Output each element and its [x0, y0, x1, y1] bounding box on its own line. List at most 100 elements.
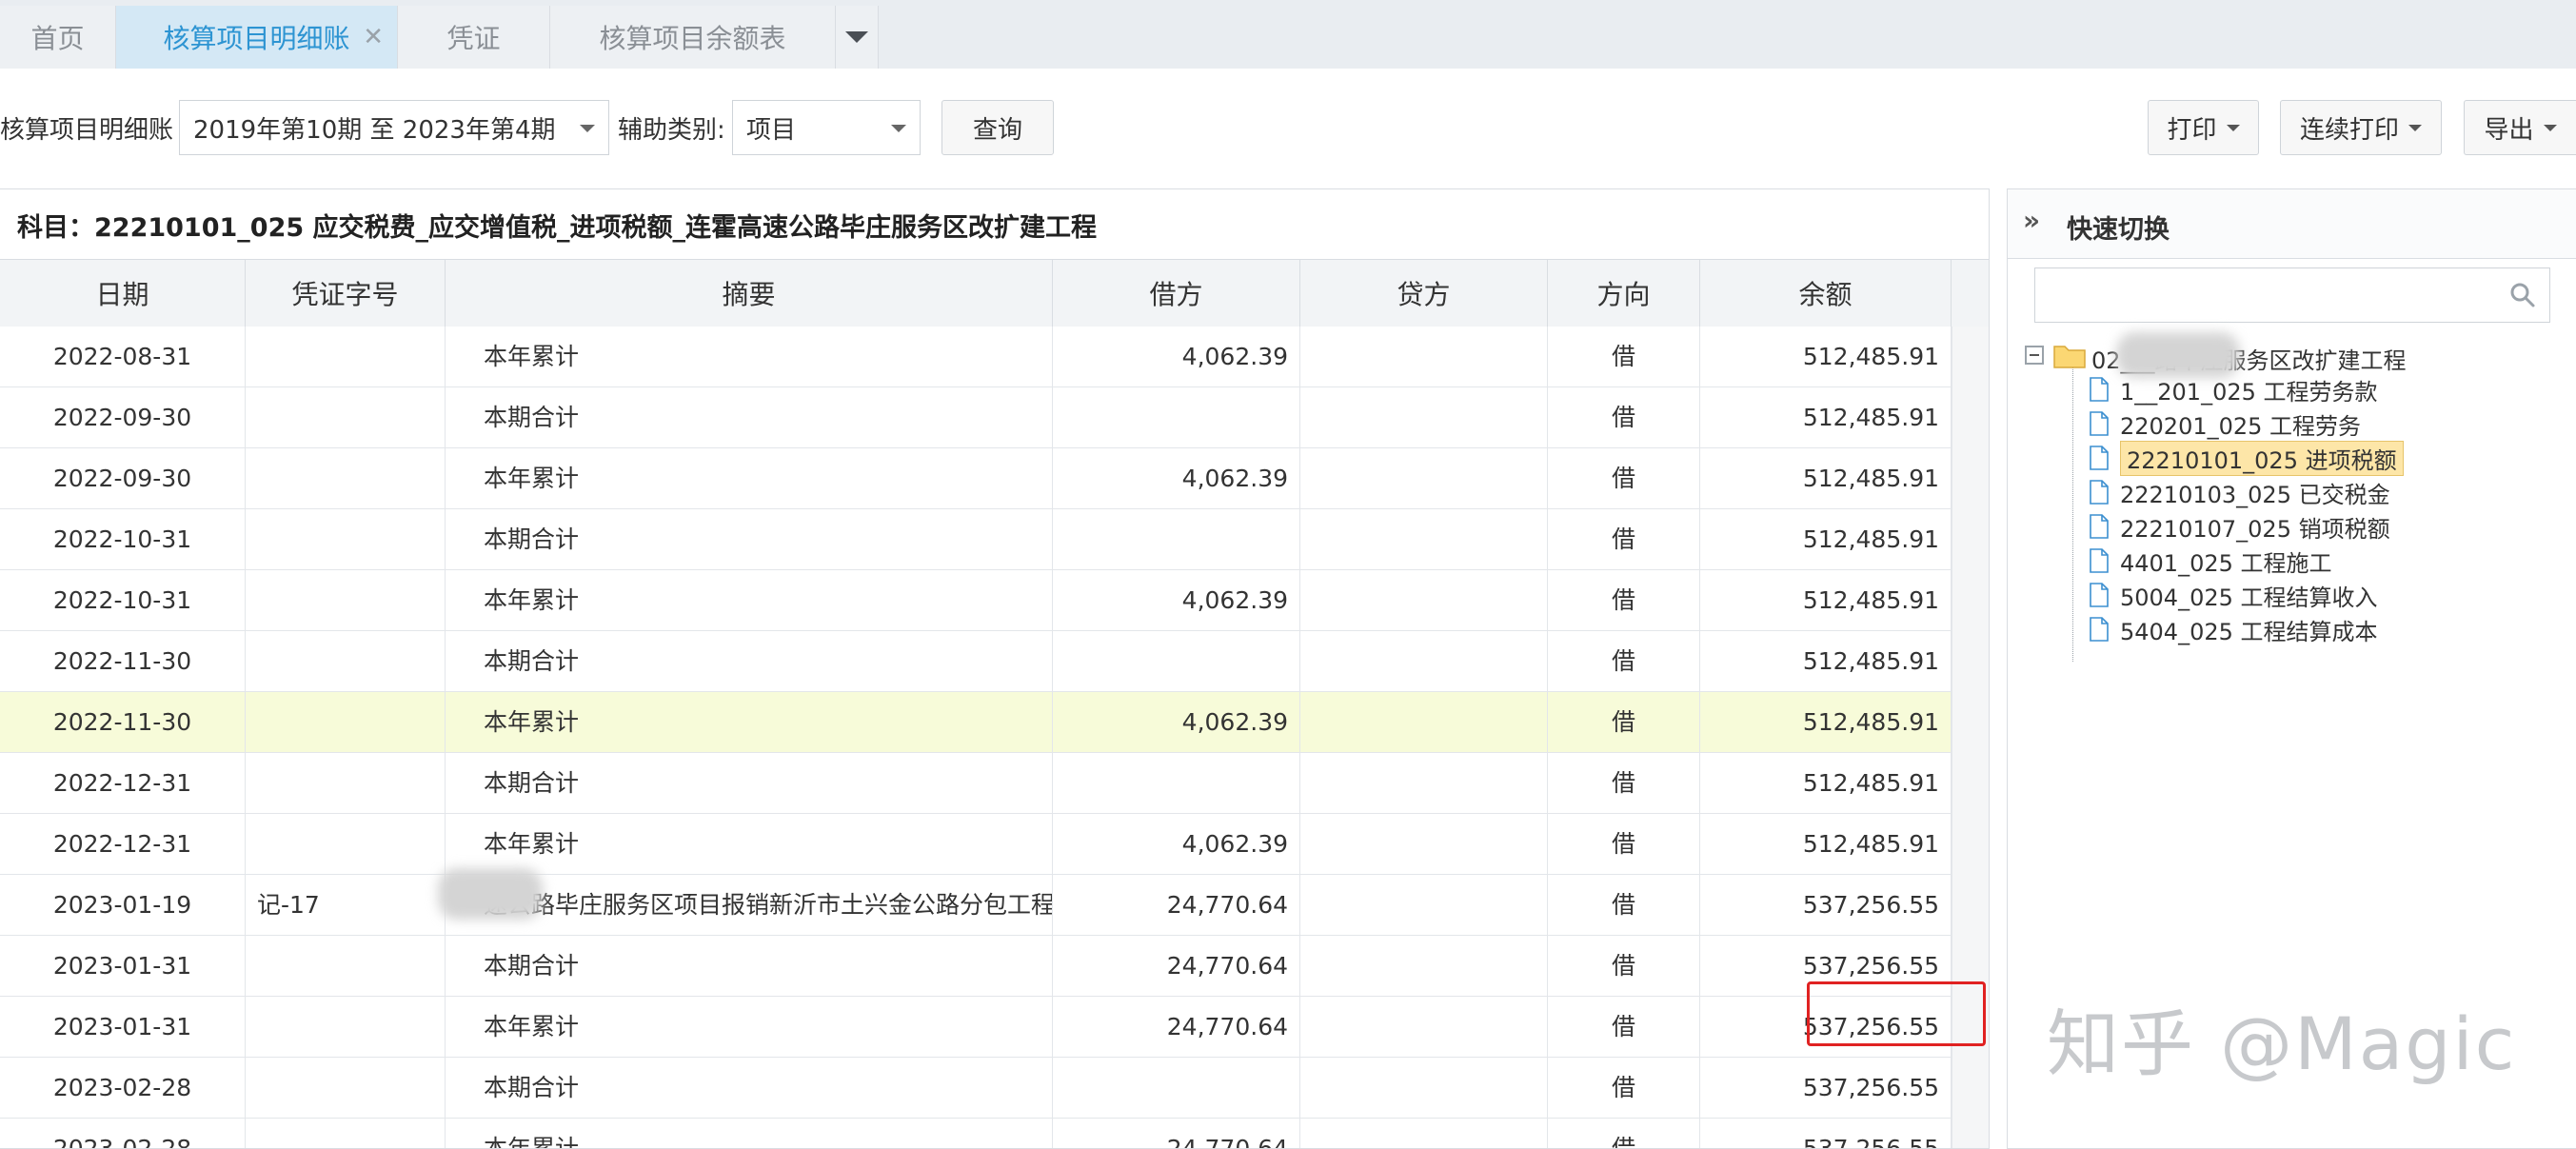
- aux-category-select[interactable]: 项目: [732, 100, 921, 155]
- date-cell: 2022-08-31: [0, 327, 246, 386]
- tree-item[interactable]: 5004_025 工程结算收入: [2090, 578, 2378, 612]
- voucher-cell: [246, 1058, 446, 1118]
- tab-list-dropdown[interactable]: [836, 6, 879, 69]
- direction-cell: 借: [1548, 327, 1700, 386]
- table-row[interactable]: 2022-11-30 本期合计 借 512,485.91: [0, 631, 1952, 692]
- tree-item-label: 22210103_025 已交税金: [2120, 481, 2390, 508]
- search-icon[interactable]: [2509, 282, 2536, 308]
- column-header-credit[interactable]: 贷方: [1300, 260, 1548, 327]
- credit-cell: [1300, 1119, 1548, 1148]
- table-row[interactable]: 2023-01-31 本年累计 24,770.64 借 537,256.55: [0, 997, 1952, 1058]
- date-cell: 2022-10-31: [0, 570, 246, 630]
- debit-cell: [1053, 387, 1300, 447]
- quick-switch-header: » 快速切换: [2008, 189, 2576, 259]
- tree-item[interactable]: 22210107_025 销项税额: [2090, 509, 2390, 544]
- summary-cell: 本年累计: [446, 692, 1053, 752]
- balance-cell: 512,485.91: [1700, 327, 1952, 386]
- table-row[interactable]: 2023-02-28 本年累计 24,770.64 借 537,256.55: [0, 1119, 1952, 1148]
- date-cell: 2022-12-31: [0, 753, 246, 813]
- tree-item[interactable]: 1__201_025 工程劳务款: [2090, 372, 2378, 406]
- close-icon[interactable]: ✕: [363, 23, 384, 51]
- column-header-debit[interactable]: 借方: [1053, 260, 1300, 327]
- tree-item-label: 5404_025 工程结算成本: [2120, 618, 2378, 645]
- quick-switch-search-input[interactable]: [2034, 267, 2550, 323]
- summary-cell: 本年累计: [446, 448, 1053, 508]
- export-button[interactable]: 导出: [2464, 100, 2576, 155]
- tree-item[interactable]: 5404_025 工程结算成本: [2090, 612, 2378, 646]
- debit-cell: 4,062.39: [1053, 692, 1300, 752]
- direction-cell: 借: [1548, 997, 1700, 1057]
- ledger-panel: 科目：22210101_025 应交税费_应交增值税_进项税额_连霍高速公路毕庄…: [0, 188, 1990, 1149]
- file-icon: [2090, 617, 2109, 642]
- voucher-cell: [246, 509, 446, 569]
- direction-cell: 借: [1548, 936, 1700, 996]
- voucher-cell: [246, 997, 446, 1057]
- tree-item[interactable]: 4401_025 工程施工: [2090, 544, 2332, 578]
- balance-cell: 512,485.91: [1700, 753, 1952, 813]
- tree-item[interactable]: 220201_025 工程劳务: [2090, 406, 2361, 441]
- voucher-cell: [246, 631, 446, 691]
- column-header-balance[interactable]: 余额: [1700, 260, 1952, 327]
- table-row[interactable]: 2022-10-31 本期合计 借 512,485.91: [0, 509, 1952, 570]
- ledger-label: 核算项目明细账: [0, 116, 174, 145]
- credit-cell: [1300, 692, 1548, 752]
- table-row[interactable]: 2023-01-31 本期合计 24,770.64 借 537,256.55: [0, 936, 1952, 997]
- column-header-voucher[interactable]: 凭证字号: [246, 260, 446, 327]
- tab-ledger-detail[interactable]: 核算项目明细账 ✕: [116, 6, 398, 69]
- table-row[interactable]: 2022-09-30 本年累计 4,062.39 借 512,485.91: [0, 448, 1952, 509]
- query-button[interactable]: 查询: [941, 100, 1054, 155]
- table-row[interactable]: 2022-10-31 本年累计 4,062.39 借 512,485.91: [0, 570, 1952, 631]
- print-button[interactable]: 打印: [2148, 100, 2259, 155]
- table-header: 日期 凭证字号 摘要 借方 贷方 方向 余额: [0, 259, 1952, 327]
- table-row[interactable]: 2022-08-31 本年累计 4,062.39 借 512,485.91: [0, 327, 1952, 387]
- balance-cell: 512,485.91: [1700, 692, 1952, 752]
- summary-cell: 本期合计: [446, 753, 1053, 813]
- table-row[interactable]: 2023-02-28 本期合计 借 537,256.55: [0, 1058, 1952, 1119]
- direction-cell: 借: [1548, 448, 1700, 508]
- tree-root-node[interactable]: 02___路毕庄服务区改扩建工程: [2025, 332, 2567, 378]
- tree-item-label: 1__201_025 工程劳务款: [2120, 378, 2378, 406]
- tab-balance-sheet[interactable]: 核算项目余额表: [550, 6, 836, 69]
- table-row[interactable]: 2022-11-30 本年累计 4,062.39 借 512,485.91: [0, 692, 1952, 753]
- voucher-cell: [246, 327, 446, 386]
- date-cell: 2022-10-31: [0, 509, 246, 569]
- print-button-label: 打印: [2167, 115, 2217, 145]
- credit-cell: [1300, 387, 1548, 447]
- file-icon: [2090, 446, 2109, 470]
- file-icon: [2090, 480, 2109, 505]
- date-cell: 2023-01-31: [0, 997, 246, 1057]
- direction-cell: 借: [1548, 570, 1700, 630]
- direction-cell: 借: [1548, 509, 1700, 569]
- balance-cell: 512,485.91: [1700, 509, 1952, 569]
- voucher-cell: [246, 448, 446, 508]
- tree-connector: [2072, 365, 2073, 662]
- column-header-date[interactable]: 日期: [0, 260, 246, 327]
- summary-cell: 本期合计: [446, 936, 1053, 996]
- table-row[interactable]: 2022-12-31 本年累计 4,062.39 借 512,485.91: [0, 814, 1952, 875]
- expand-icon[interactable]: »: [2023, 205, 2040, 236]
- tab-home[interactable]: 首页: [0, 6, 116, 69]
- chevron-down-icon: [845, 31, 868, 43]
- column-header-summary[interactable]: 摘要: [446, 260, 1053, 327]
- debit-cell: 4,062.39: [1053, 570, 1300, 630]
- collapse-icon[interactable]: [2025, 346, 2044, 365]
- tab-voucher[interactable]: 凭证: [398, 6, 550, 69]
- summary-cell: 本年累计: [446, 327, 1053, 386]
- voucher-cell: [246, 753, 446, 813]
- tree-item[interactable]: 22210101_025 进项税额: [2090, 440, 2404, 476]
- summary-cell: 本年累计: [446, 814, 1053, 874]
- table-row[interactable]: 2023-01-19 记-17 速公路毕庄服务区项目报销新沂市土兴金公路分包工程 24…: [0, 875, 1952, 936]
- tree-item[interactable]: 22210103_025 已交税金: [2090, 475, 2390, 509]
- date-cell: 2022-12-31: [0, 814, 246, 874]
- continuous-print-button[interactable]: 连续打印: [2280, 100, 2442, 155]
- table-row[interactable]: 2022-09-30 本期合计 借 512,485.91: [0, 387, 1952, 448]
- date-cell: 2022-11-30: [0, 692, 246, 752]
- date-cell: 2023-01-19: [0, 875, 246, 935]
- balance-cell: 537,256.55: [1700, 1058, 1952, 1118]
- period-select[interactable]: 2019年第10期 至 2023年第4期: [179, 100, 609, 155]
- export-button-label: 导出: [2484, 115, 2534, 145]
- direction-cell: 借: [1548, 1119, 1700, 1148]
- table-row[interactable]: 2022-12-31 本期合计 借 512,485.91: [0, 753, 1952, 814]
- column-header-direction[interactable]: 方向: [1548, 260, 1700, 327]
- credit-cell: [1300, 875, 1548, 935]
